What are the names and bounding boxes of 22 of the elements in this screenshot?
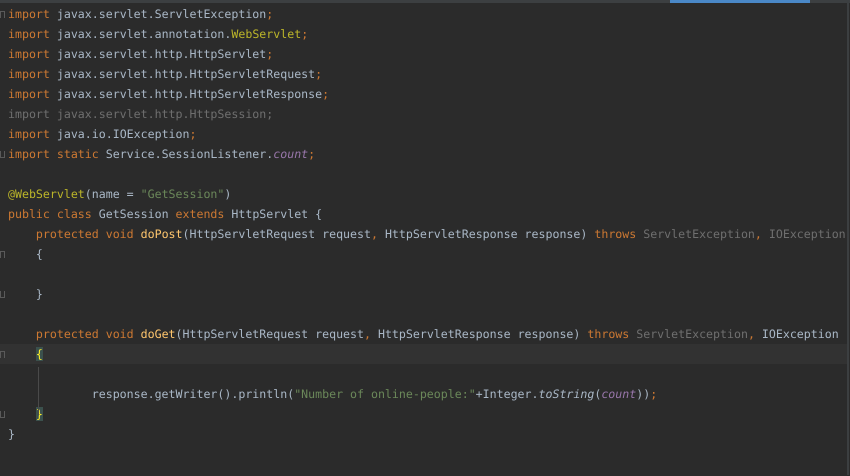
fold-marker-icon[interactable]	[0, 290, 5, 298]
code-line: import javax.servlet.annotation.WebServlet;	[8, 27, 308, 41]
code-line: response.getWriter().println("Number of online-people:"+Integer.toString(count));	[90, 387, 658, 401]
code-line: import javax.servlet.http.HttpServlet;	[8, 47, 274, 61]
code-line: import static Service.SessionListener.count;	[8, 147, 316, 161]
code-line: }	[8, 427, 15, 441]
code-line: import javax.servlet.http.HttpSession;	[8, 107, 274, 121]
code-line: protected void doGet(HttpServletRequest request, HttpServletResponse response) throws ServletException, IOException	[34, 327, 839, 341]
code-line: }	[34, 287, 43, 301]
code-line: public class GetSession extends HttpServlet {	[8, 207, 322, 221]
fold-marker-icon[interactable]	[0, 410, 5, 418]
fold-marker-icon[interactable]	[0, 10, 5, 18]
code-line: import java.io.IOException;	[8, 127, 196, 141]
code-line: import javax.servlet.http.HttpServletResponse;	[8, 87, 330, 101]
code-line: protected void doPost(HttpServletRequest request, HttpServletResponse response) throws ServletException, IOException	[34, 227, 846, 241]
fold-marker-icon[interactable]	[0, 150, 5, 158]
fold-marker-icon[interactable]	[0, 250, 5, 258]
code-line: import javax.servlet.ServletException;	[8, 7, 274, 21]
code-line: {	[34, 247, 43, 261]
code-line: @WebServlet(name = "GetSession")	[8, 187, 232, 201]
fold-marker-icon[interactable]	[0, 350, 5, 358]
code-line: import javax.servlet.http.HttpServletRequest;	[8, 67, 322, 81]
